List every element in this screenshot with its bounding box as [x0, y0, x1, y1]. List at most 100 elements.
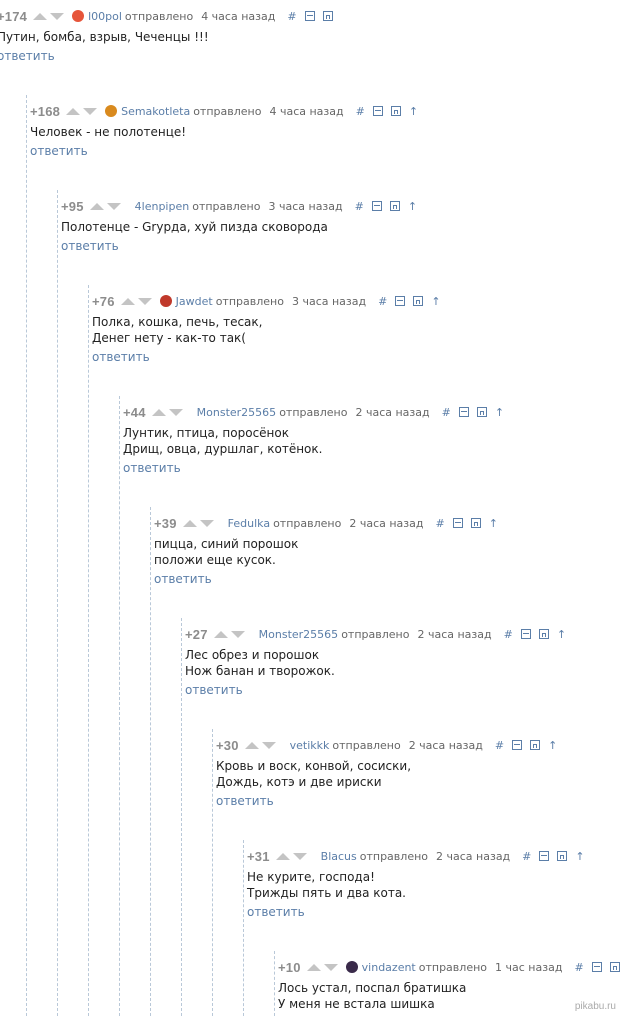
sent-label: отправлено [124, 9, 194, 23]
downvote-icon[interactable] [261, 741, 276, 749]
comment-author[interactable]: vindazent [362, 961, 416, 974]
permalink-icon[interactable]: # [436, 517, 445, 530]
comment: +31 Blacus отправлено 2 часа назад # ↑ Не кури… [247, 848, 585, 920]
reply-link[interactable]: ответить [154, 572, 212, 586]
reply-link[interactable]: ответить [92, 350, 150, 364]
avatar [72, 10, 85, 22]
comment-author[interactable]: vetikkk [290, 739, 330, 752]
save-icon[interactable] [557, 851, 568, 861]
comment-text-line: Полка, кошка, печь, тесак, [92, 315, 263, 329]
comment: +174 l00pol отправлено 4 часа назад # Путин, … [0, 8, 333, 64]
comment-text-line: Не курите, господа! [247, 870, 375, 884]
collapse-icon[interactable] [539, 851, 550, 861]
reply-link[interactable]: ответить [123, 461, 181, 475]
comment-text-line: Нож банан и творожок. [185, 664, 335, 678]
parent-arrow-icon[interactable]: ↑ [548, 739, 557, 752]
comment-author[interactable]: 4lenpipen [135, 200, 190, 213]
collapse-icon[interactable] [452, 518, 463, 528]
comment-author[interactable]: Monster25565 [259, 628, 339, 641]
save-icon[interactable] [476, 407, 487, 417]
parent-arrow-icon[interactable]: ↑ [575, 850, 584, 863]
save-icon[interactable] [538, 629, 549, 639]
comment-time: 3 часа назад [268, 199, 343, 213]
downvote-icon[interactable] [292, 852, 307, 860]
collapse-icon[interactable] [395, 296, 406, 306]
comment-body: Полка, кошка, печь, тесак, Денег нету - к… [92, 314, 441, 346]
collapse-icon[interactable] [458, 407, 469, 417]
downvote-icon[interactable] [230, 630, 245, 638]
permalink-icon[interactable]: # [495, 739, 504, 752]
parent-arrow-icon[interactable]: ↑ [431, 295, 440, 308]
reply-link[interactable]: ответить [185, 683, 243, 697]
permalink-icon[interactable]: # [574, 961, 583, 974]
comment-text-line: Денег нету - как-то так( [92, 331, 246, 345]
downvote-icon[interactable] [83, 107, 98, 115]
comment-author[interactable]: Fedulka [228, 517, 270, 530]
upvote-icon[interactable] [213, 630, 228, 638]
save-icon[interactable] [609, 962, 620, 972]
upvote-icon[interactable] [120, 297, 135, 305]
comment-rating: +27 [185, 626, 208, 642]
comment-tools: #↑ [436, 517, 498, 530]
upvote-icon[interactable] [33, 12, 48, 20]
comment-rating: +39 [154, 515, 177, 531]
comment-author[interactable]: Semakotleta [121, 105, 190, 118]
downvote-icon[interactable] [168, 408, 183, 416]
permalink-icon[interactable]: # [287, 10, 296, 23]
comment-time: 2 часа назад [408, 738, 483, 752]
collapse-icon[interactable] [512, 740, 523, 750]
downvote-icon[interactable] [323, 963, 338, 971]
downvote-icon[interactable] [106, 202, 121, 210]
comment-author[interactable]: l00pol [88, 10, 122, 23]
parent-arrow-icon[interactable]: ↑ [557, 628, 566, 641]
comment: +30 vetikkk отправлено 2 часа назад # ↑ Кровь … [216, 737, 557, 809]
parent-arrow-icon[interactable]: ↑ [489, 517, 498, 530]
upvote-icon[interactable] [275, 852, 290, 860]
sent-label: отправлено [332, 738, 401, 752]
upvote-icon[interactable] [89, 202, 104, 210]
comment-body: Лес обрез и порошок Нож банан и творожок. [185, 647, 566, 679]
parent-arrow-icon[interactable]: ↑ [495, 406, 504, 419]
permalink-icon[interactable]: # [356, 105, 365, 118]
upvote-icon[interactable] [244, 741, 259, 749]
upvote-icon[interactable] [182, 519, 197, 527]
parent-arrow-icon[interactable]: ↑ [409, 105, 418, 118]
collapse-icon[interactable] [371, 201, 382, 211]
upvote-icon[interactable] [151, 408, 166, 416]
sent-label: отправлено [359, 849, 429, 863]
upvote-icon[interactable] [66, 107, 81, 115]
save-icon[interactable] [530, 740, 541, 750]
comment-author[interactable]: Jawdet [176, 295, 213, 308]
comment-author[interactable]: Monster25565 [197, 406, 277, 419]
reply-link[interactable]: ответить [0, 49, 55, 63]
collapse-icon[interactable] [304, 11, 315, 21]
comment-time: 4 часа назад [269, 104, 344, 118]
save-icon[interactable] [389, 201, 400, 211]
downvote-icon[interactable] [137, 297, 152, 305]
reply-link[interactable]: ответить [61, 239, 119, 253]
permalink-icon[interactable]: # [504, 628, 513, 641]
parent-arrow-icon[interactable]: ↑ [408, 200, 417, 213]
reply-link[interactable]: ответить [216, 794, 274, 808]
downvote-icon[interactable] [199, 519, 214, 527]
save-icon[interactable] [413, 296, 424, 306]
save-icon[interactable] [322, 11, 333, 21]
comment-text-line: Лунтик, птица, поросёнок [123, 426, 289, 440]
reply-link[interactable]: ответить [247, 905, 305, 919]
thread-line [119, 396, 120, 1016]
permalink-icon[interactable]: # [355, 200, 364, 213]
permalink-icon[interactable]: # [378, 295, 387, 308]
sent-label: отправлено [418, 960, 488, 974]
comment-author[interactable]: Blacus [321, 850, 357, 863]
save-icon[interactable] [390, 106, 401, 116]
reply-link[interactable]: ответить [30, 144, 88, 158]
upvote-icon[interactable] [306, 963, 321, 971]
collapse-icon[interactable] [372, 106, 383, 116]
permalink-icon[interactable]: # [442, 406, 451, 419]
comment-time: 3 часа назад [291, 294, 367, 308]
downvote-icon[interactable] [50, 12, 65, 20]
save-icon[interactable] [470, 518, 481, 528]
collapse-icon[interactable] [520, 629, 531, 639]
permalink-icon[interactable]: # [522, 850, 531, 863]
collapse-icon[interactable] [591, 962, 602, 972]
